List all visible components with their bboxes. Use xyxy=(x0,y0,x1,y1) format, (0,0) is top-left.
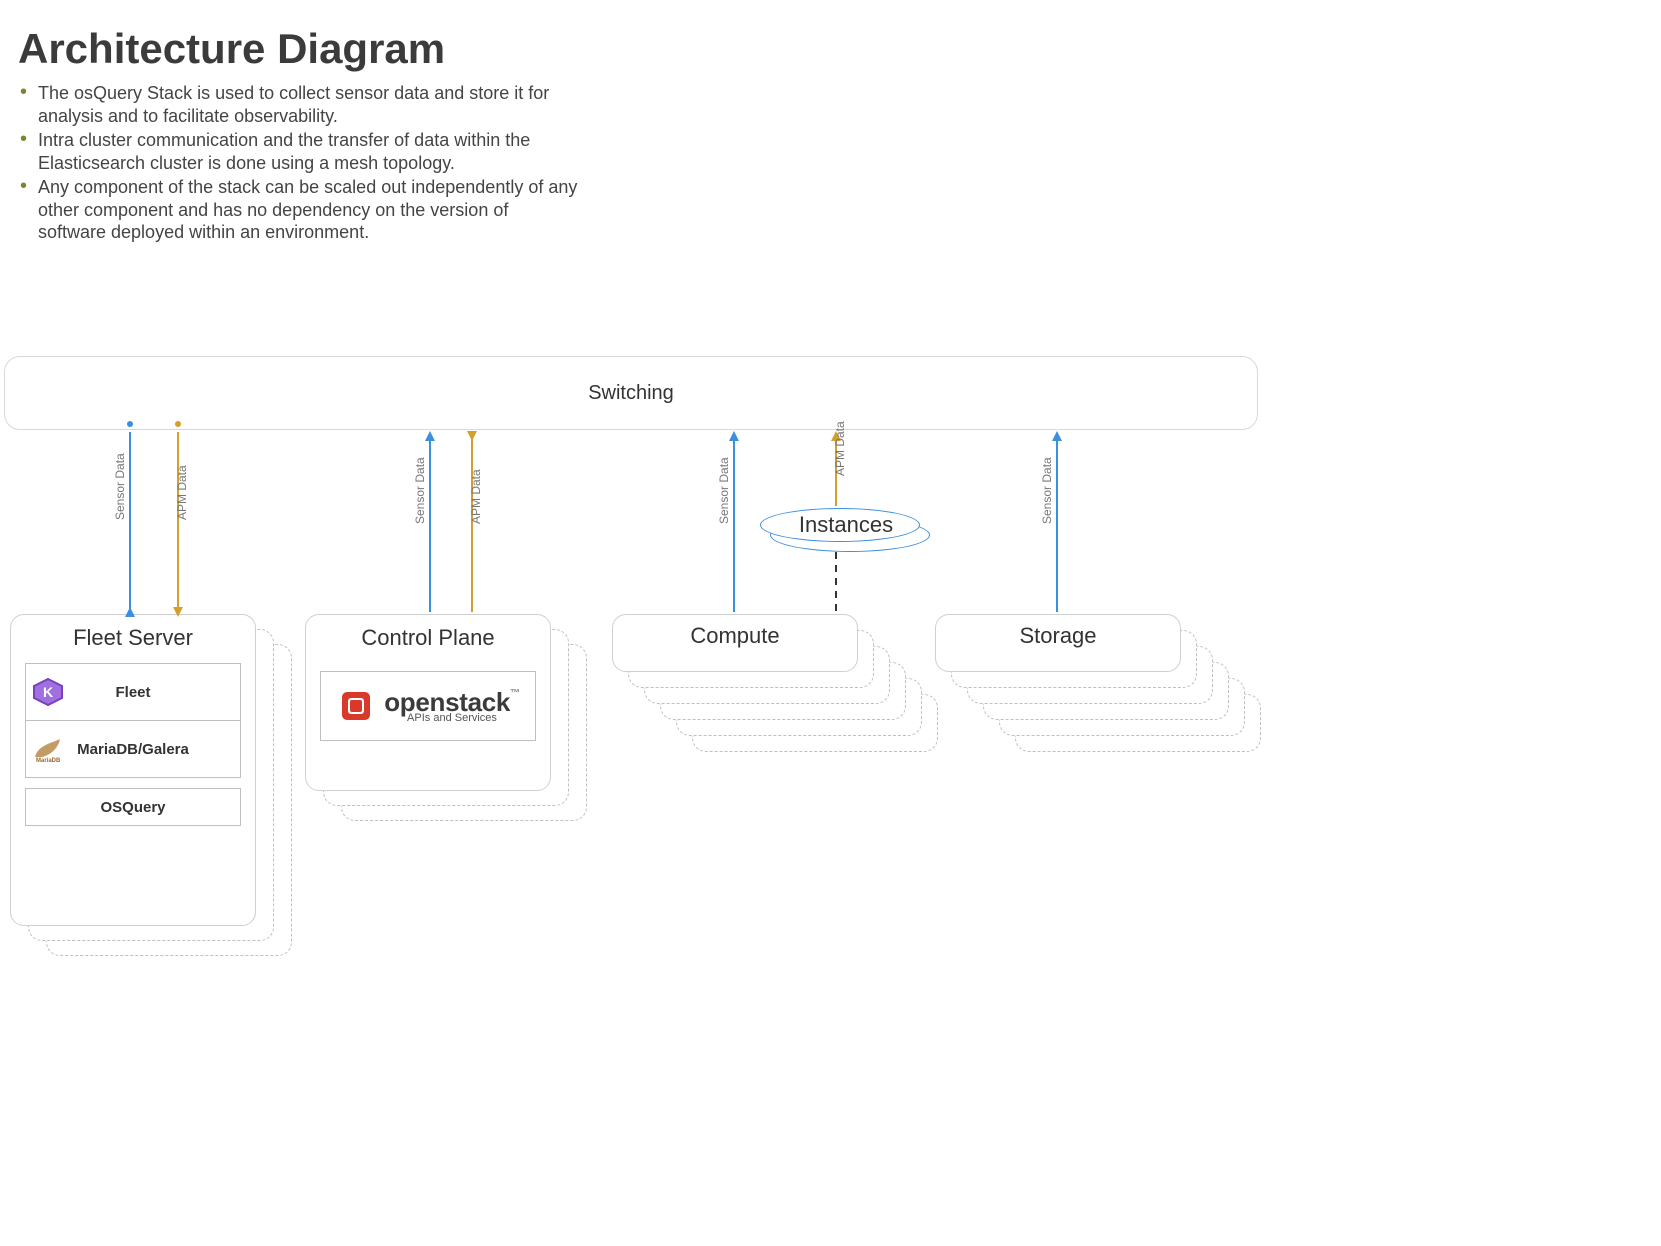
fleet-server-item-label: Fleet xyxy=(115,684,150,701)
openstack-wordmark: openstack™ xyxy=(384,689,520,715)
edge-label-sensor: Sensor Data xyxy=(113,453,127,520)
edge-label-apm: APM Data xyxy=(469,469,483,524)
compute-title: Compute xyxy=(613,623,857,649)
fleet-server-title: Fleet Server xyxy=(11,625,255,651)
description-list: The osQuery Stack is used to collect sen… xyxy=(20,80,580,244)
description-item: Intra cluster communication and the tran… xyxy=(20,129,580,174)
instances-stack: Instances xyxy=(760,508,932,552)
control-plane-openstack: openstack™ APIs and Services xyxy=(320,671,536,741)
diagram-canvas: Architecture Diagram The osQuery Stack i… xyxy=(0,0,1661,1246)
compute-stack: Compute xyxy=(612,614,932,764)
openstack-sub: APIs and Services xyxy=(384,713,520,724)
storage-title: Storage xyxy=(936,623,1180,649)
page-title: Architecture Diagram xyxy=(18,25,445,73)
fleet-server-item-fleet: K Fleet xyxy=(25,663,241,721)
fleet-server-item-osquery: OSQuery xyxy=(25,788,241,826)
svg-text:K: K xyxy=(43,684,53,700)
storage-card: Storage xyxy=(935,614,1181,672)
compute-card: Compute xyxy=(612,614,858,672)
switching-node: Switching xyxy=(4,356,1258,430)
fleet-server-item-label: OSQuery xyxy=(100,799,165,816)
fleet-server-card: Fleet Server K Fleet Maria xyxy=(10,614,256,926)
fleet-server-item-mariadb: MariaDB MariaDB/Galera xyxy=(25,720,241,778)
edge-label-sensor: Sensor Data xyxy=(413,457,427,524)
instances-label: Instances xyxy=(760,512,932,538)
control-plane-card: Control Plane openstack™ API xyxy=(305,614,551,791)
edge-label-sensor: Sensor Data xyxy=(1040,457,1054,524)
fleet-server-item-label: MariaDB/Galera xyxy=(77,741,189,758)
control-plane-title: Control Plane xyxy=(306,625,550,651)
control-plane-stack: Control Plane openstack™ API xyxy=(305,614,595,824)
fleet-server-stack: Fleet Server K Fleet Maria xyxy=(10,614,290,954)
storage-stack: Storage xyxy=(935,614,1255,764)
edge-label-apm: APM Data xyxy=(175,465,189,520)
description-item: The osQuery Stack is used to collect sen… xyxy=(20,82,580,127)
openstack-icon xyxy=(336,686,376,726)
mariadb-icon: MariaDB xyxy=(32,735,64,763)
openstack-tm: ™ xyxy=(510,688,520,699)
svg-text:MariaDB: MariaDB xyxy=(36,758,61,763)
edge-label-sensor: Sensor Data xyxy=(717,457,731,524)
description-item: Any component of the stack can be scaled… xyxy=(20,176,580,244)
kolla-icon: K xyxy=(32,678,64,706)
